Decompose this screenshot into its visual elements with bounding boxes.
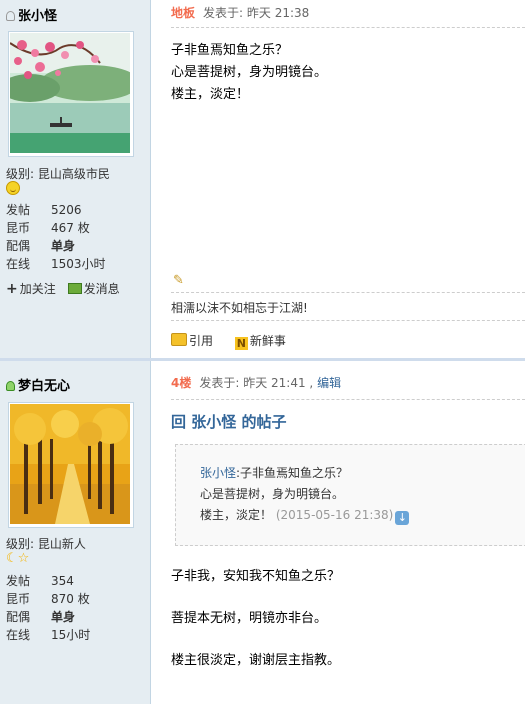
- stat-key: 昆币: [6, 592, 31, 606]
- user-level: 级别: 昆山新人: [6, 535, 86, 552]
- content-line: 楼主很淡定，谢谢层主指教。: [171, 653, 341, 668]
- stat-key: 发帖: [6, 203, 31, 217]
- footer-divider: [171, 320, 525, 321]
- content-line: 子非鱼焉知鱼之乐？: [171, 43, 289, 58]
- header-divider: [171, 27, 525, 28]
- message-button[interactable]: 发消息: [67, 282, 120, 296]
- stat-value: 单身: [51, 610, 76, 624]
- post-header: 地板 发表于: 昨天 21:38: [171, 4, 309, 21]
- follow-label[interactable]: 加关注: [20, 282, 56, 296]
- level-label: 级别:: [6, 537, 38, 551]
- level-badge: ☾☆: [6, 551, 29, 566]
- stat-key: 发帖: [6, 574, 31, 588]
- stat-value: 467 枚: [51, 221, 90, 235]
- post-header: 4楼 发表于: 昨天 21:41 , 编辑: [171, 374, 341, 391]
- quote-button[interactable]: 引用: [171, 333, 213, 348]
- level-link[interactable]: 昆山新人: [38, 537, 86, 551]
- floor-label[interactable]: 地板: [171, 6, 195, 20]
- stat-value: 1503小时: [51, 257, 106, 271]
- reply-title: 回 张小怪 的帖子: [171, 413, 287, 431]
- quote-line: 心是菩提树，身为明镜台。: [200, 487, 345, 501]
- quote-text: :子非鱼焉知鱼之乐？: [236, 466, 349, 480]
- post-time: 发表于: 昨天 21:41 ,: [199, 376, 314, 390]
- post-content: 子非鱼焉知鱼之乐？ 心是菩提树，身为明镜台。 楼主，淡定！: [171, 40, 327, 106]
- quote-line: 张小怪:子非鱼焉知鱼之乐？: [200, 465, 348, 481]
- post-floor-4: 梦白无心 级别: 昆山新人 ☾☆ 发帖 354 昆币 870 枚 配偶 单身 在…: [0, 361, 525, 704]
- quote-date: (2015-05-16 21:38): [275, 508, 394, 522]
- author-name-text[interactable]: 梦白无心: [18, 379, 70, 394]
- moon-icon: ☾: [6, 551, 18, 566]
- level-badge: [6, 181, 20, 199]
- post-body: 地板 发表于: 昨天 21:38 子非鱼焉知鱼之乐？ 心是菩提树，身为明镜台。 楼…: [151, 0, 525, 360]
- user-actions: + 加关注 发消息: [6, 280, 120, 297]
- user-level: 级别: 昆山高级市民: [6, 165, 110, 182]
- floor-label[interactable]: 4楼: [171, 376, 191, 390]
- stat-row: 发帖 354: [6, 572, 90, 590]
- stat-key: 在线: [6, 257, 31, 271]
- stat-row: 昆币 467 枚: [6, 219, 106, 237]
- quote-line: 楼主，淡定！ (2015-05-16 21:38) ↓: [200, 507, 410, 525]
- stat-row: 配偶 单身: [6, 237, 106, 255]
- stat-value: 15小时: [51, 628, 91, 642]
- author-name-text[interactable]: 张小怪: [18, 9, 57, 24]
- follow-button[interactable]: + 加关注: [6, 281, 56, 297]
- post-body: 4楼 发表于: 昨天 21:41 , 编辑 回 张小怪 的帖子 张小怪:子非鱼焉知…: [151, 361, 525, 704]
- user-online-icon: [6, 381, 15, 391]
- news-label[interactable]: 新鲜事: [250, 334, 286, 348]
- avatar-image: [10, 33, 130, 153]
- quote-block: 张小怪:子非鱼焉知鱼之乐？ 心是菩提树，身为明镜台。 楼主，淡定！ (2015-…: [175, 444, 525, 546]
- stat-value: 354: [51, 574, 74, 588]
- stat-row: 配偶 单身: [6, 608, 90, 626]
- author-name[interactable]: 张小怪: [6, 5, 57, 24]
- stat-row: 在线 15小时: [6, 626, 90, 644]
- quote-icon: [171, 333, 187, 346]
- level-link[interactable]: 昆山高级市民: [38, 167, 110, 181]
- avatar[interactable]: [8, 402, 134, 528]
- post-floor-3: 张小怪 级别: 昆山高级市民 发帖 5206 昆币 467 枚 配偶 单身 在线…: [0, 0, 525, 360]
- avatar[interactable]: [8, 31, 134, 157]
- message-label[interactable]: 发消息: [84, 282, 120, 296]
- quote-label[interactable]: 引用: [189, 334, 213, 348]
- signature: 相濡以沫不如相忘于江湖!: [171, 301, 308, 315]
- stat-key: 昆币: [6, 221, 31, 235]
- author-sidebar: 梦白无心 级别: 昆山新人 ☾☆ 发帖 354 昆币 870 枚 配偶 单身 在…: [0, 361, 151, 704]
- content-line: 心是菩提树，身为明镜台。: [171, 65, 328, 80]
- stat-value: 单身: [51, 239, 76, 253]
- post-actions: 引用 N 新鲜事: [171, 332, 304, 350]
- edit-link[interactable]: 编辑: [317, 376, 341, 390]
- user-icon: [6, 11, 15, 21]
- content-line: 子非我，安知我不知鱼之乐？: [171, 569, 341, 584]
- avatar-image: [10, 404, 130, 524]
- level-label: 级别:: [6, 167, 38, 181]
- quote-user-link[interactable]: 张小怪: [200, 466, 236, 480]
- content-line: 楼主，淡定！: [171, 87, 250, 102]
- stat-row: 在线 1503小时: [6, 255, 106, 273]
- stat-key: 配偶: [6, 610, 31, 624]
- content-line: 菩提本无树，明镜亦非台。: [171, 611, 328, 626]
- news-button[interactable]: N 新鲜事: [234, 334, 286, 350]
- stat-row: 昆币 870 枚: [6, 590, 90, 608]
- star-icon: ☆: [17, 551, 30, 566]
- stat-row: 发帖 5206: [6, 201, 106, 219]
- signature-divider: [171, 292, 525, 293]
- post-content: 子非我，安知我不知鱼之乐？ 菩提本无树，明镜亦非台。 楼主很淡定，谢谢层主指教。: [171, 566, 340, 671]
- smiley-icon: [6, 181, 20, 195]
- user-stats: 发帖 5206 昆币 467 枚 配偶 单身 在线 1503小时: [6, 201, 106, 273]
- plus-icon: +: [6, 281, 18, 297]
- goto-post-icon[interactable]: ↓: [395, 511, 410, 525]
- quote-text: 楼主，淡定！: [200, 508, 273, 522]
- stat-value: 870 枚: [51, 592, 90, 606]
- news-icon: N: [234, 337, 248, 350]
- stat-value: 5206: [51, 203, 82, 217]
- header-divider: [171, 399, 525, 400]
- envelope-icon: [67, 283, 82, 294]
- author-name[interactable]: 梦白无心: [6, 375, 70, 394]
- pencil-icon: ✎: [173, 273, 184, 288]
- post-time: 发表于: 昨天 21:38: [203, 6, 310, 20]
- stat-key: 在线: [6, 628, 31, 642]
- author-sidebar: 张小怪 级别: 昆山高级市民 发帖 5206 昆币 467 枚 配偶 单身 在线…: [0, 0, 151, 360]
- stat-key: 配偶: [6, 239, 31, 253]
- user-stats: 发帖 354 昆币 870 枚 配偶 单身 在线 15小时: [6, 572, 90, 644]
